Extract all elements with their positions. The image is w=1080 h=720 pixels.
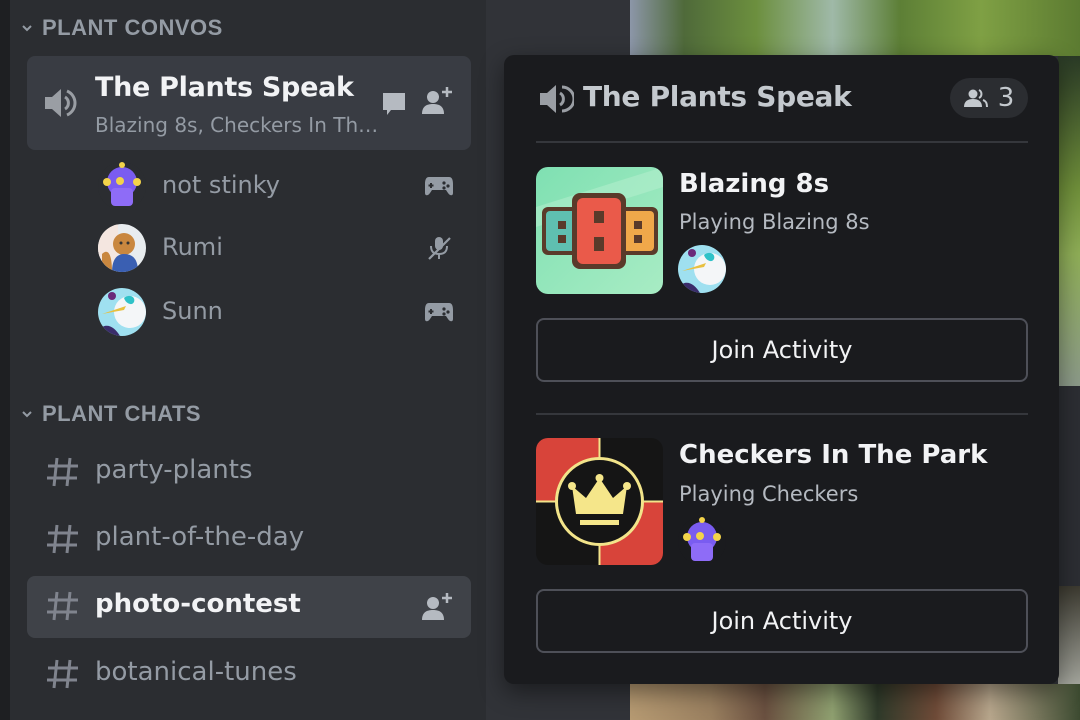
category-label: PLANT CHATS xyxy=(42,401,202,426)
participant-avatar[interactable] xyxy=(678,517,726,565)
hash-icon xyxy=(47,591,78,621)
divider xyxy=(536,141,1028,143)
member-count-badge: 3 xyxy=(950,78,1028,118)
activity-status: Playing Blazing 8s xyxy=(679,210,870,234)
video-tile-background xyxy=(1058,56,1080,386)
join-activity-button[interactable]: Join Activity xyxy=(536,318,1028,382)
avatar xyxy=(98,162,146,210)
invite-user-icon[interactable] xyxy=(421,592,453,622)
category-plant-convos[interactable]: PLANT CONVOS xyxy=(20,15,223,41)
channel-name: photo-contest xyxy=(95,589,301,619)
voice-user[interactable]: not stinky xyxy=(98,162,468,212)
channel-name: botanical-tunes xyxy=(95,657,297,687)
invite-user-icon[interactable] xyxy=(421,86,453,116)
hash-icon xyxy=(47,457,78,487)
member-count: 3 xyxy=(997,83,1015,113)
blazing-8s-art xyxy=(536,167,663,294)
chat-icon[interactable] xyxy=(381,91,407,117)
voice-channel-activities: Blazing 8s, Checkers In Th… xyxy=(95,113,379,137)
gamepad-icon xyxy=(425,177,453,196)
text-channel-plant-of-the-day[interactable]: plant-of-the-day xyxy=(27,509,471,571)
voice-activity-popup: The Plants Speak 3 Blazing 8s Playing Bl… xyxy=(504,55,1059,684)
activity-name: Checkers In The Park xyxy=(679,440,988,470)
voice-channel-the-plants-speak[interactable]: The Plants Speak Blazing 8s, Checkers In… xyxy=(27,56,471,150)
channel-name: party-plants xyxy=(95,455,253,485)
video-tile-background xyxy=(630,0,1080,56)
voice-user[interactable]: Rumi xyxy=(98,224,468,274)
chevron-down-icon xyxy=(22,411,32,418)
join-activity-button[interactable]: Join Activity xyxy=(536,589,1028,653)
hash-icon xyxy=(47,524,78,554)
speaker-icon xyxy=(45,89,77,117)
voice-user[interactable]: Sunn xyxy=(98,288,468,338)
chevron-down-icon xyxy=(22,25,32,32)
text-channel-photo-contest[interactable]: photo-contest xyxy=(27,576,471,638)
activity-name: Blazing 8s xyxy=(679,169,830,199)
popup-title: The Plants Speak xyxy=(583,80,852,113)
mic-muted-icon xyxy=(428,237,451,260)
voice-user-name: Sunn xyxy=(162,297,223,325)
divider xyxy=(536,413,1028,415)
voice-user-name: not stinky xyxy=(162,171,280,199)
gamepad-icon xyxy=(425,303,453,322)
channel-name: plant-of-the-day xyxy=(95,522,305,552)
avatar xyxy=(98,288,146,336)
avatar xyxy=(98,224,146,272)
hash-icon xyxy=(47,659,78,689)
people-icon xyxy=(963,89,988,108)
video-tile-background xyxy=(630,684,1080,720)
server-rail-edge xyxy=(0,0,10,720)
participant-avatar[interactable] xyxy=(678,245,726,293)
speaker-icon xyxy=(540,85,574,113)
text-channel-botanical-tunes[interactable]: botanical-tunes xyxy=(27,644,471,706)
video-tile-background xyxy=(1058,386,1080,586)
category-label: PLANT CONVOS xyxy=(42,15,223,40)
text-channel-party-plants[interactable]: party-plants xyxy=(27,442,471,504)
voice-user-name: Rumi xyxy=(162,233,223,261)
category-plant-chats[interactable]: PLANT CHATS xyxy=(20,401,201,427)
voice-channel-name: The Plants Speak xyxy=(95,72,354,103)
activity-status: Playing Checkers xyxy=(679,482,859,506)
checkers-in-the-park-art xyxy=(536,438,663,565)
